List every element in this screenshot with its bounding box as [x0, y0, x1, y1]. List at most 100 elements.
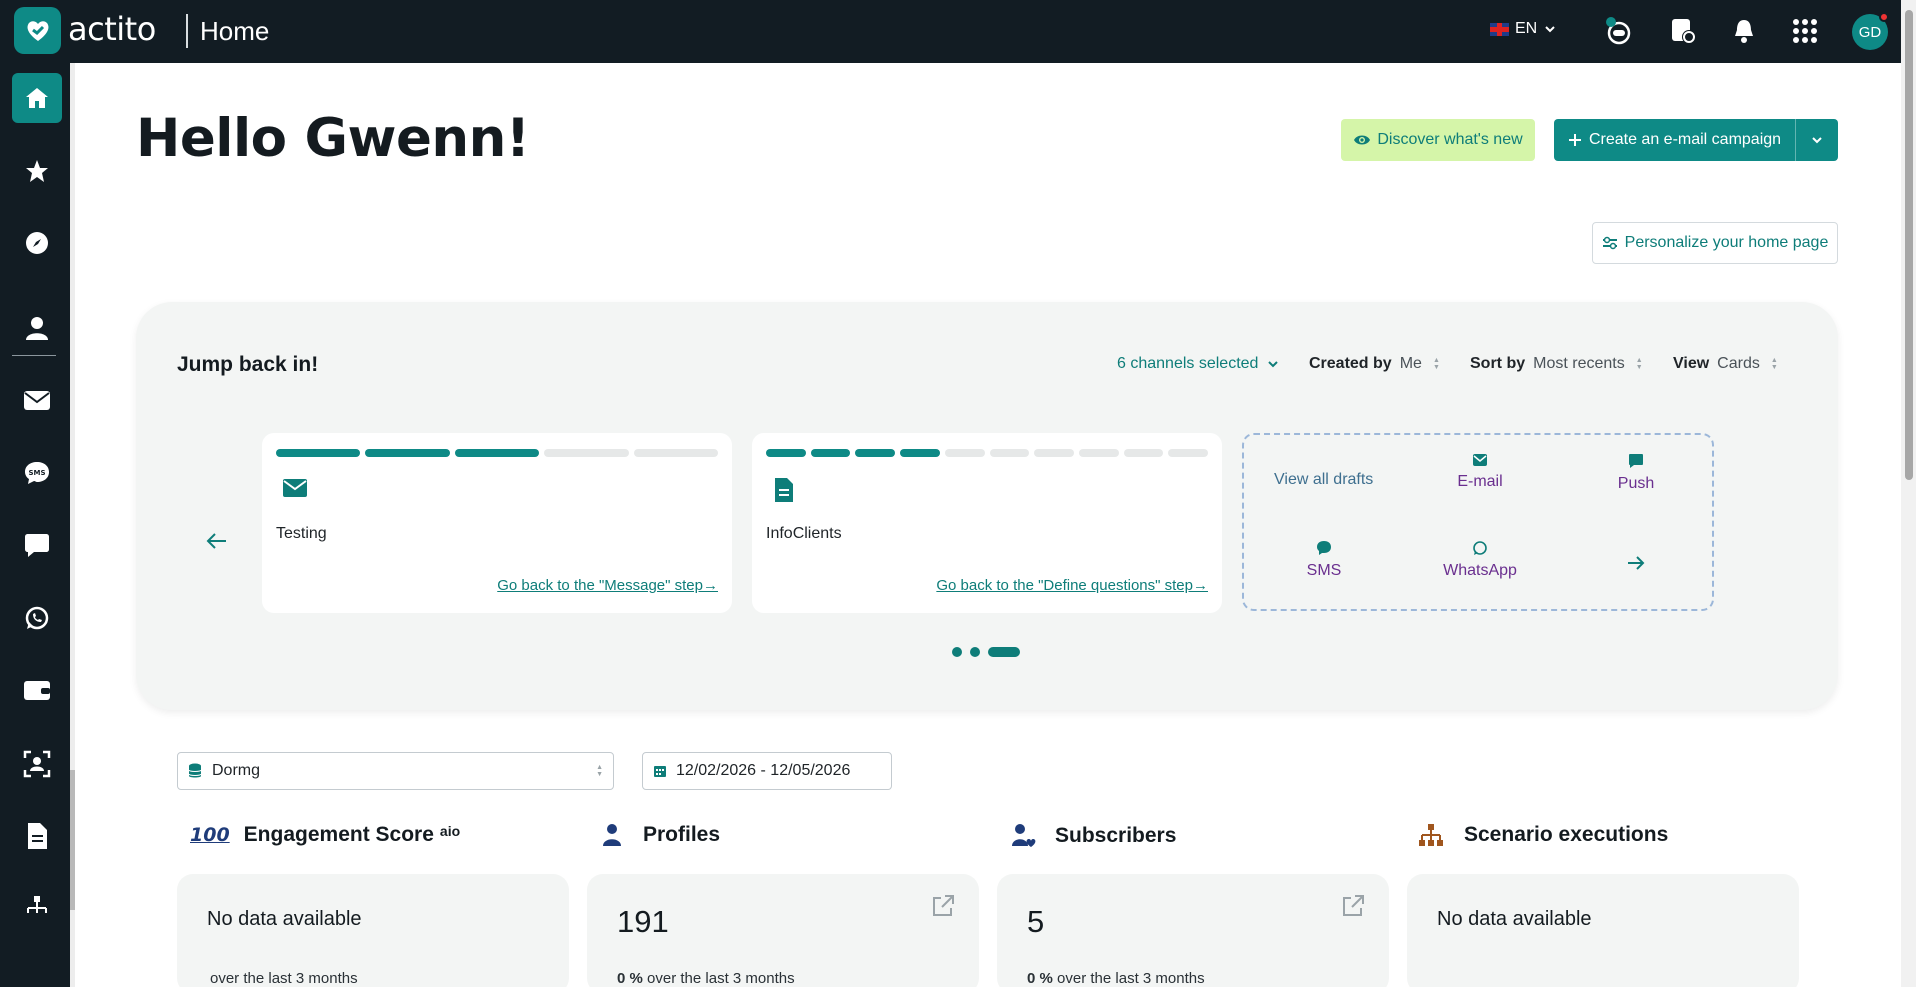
draft-card-infoclients[interactable]: InfoClients Go back to the "Define quest… [752, 433, 1222, 613]
draft-card-testing[interactable]: Testing Go back to the "Message" step→ [262, 433, 732, 613]
draft-card-step-link-label: Go back to the "Define questions" step [936, 577, 1193, 594]
drafts-email-link[interactable]: E-mail [1410, 453, 1550, 491]
view-all-drafts-link[interactable]: View all drafts [1274, 471, 1373, 489]
carousel-dot[interactable] [952, 647, 962, 657]
sidebar-item-email[interactable] [12, 375, 62, 425]
language-label: EN [1515, 20, 1538, 37]
progress-step [989, 449, 1030, 457]
progress-step [276, 449, 361, 457]
draft-card-name: InfoClients [766, 525, 842, 542]
arrow-left-icon [206, 533, 226, 549]
top-bar: actito Home EN GD [0, 0, 1916, 63]
discover-whats-new-button[interactable]: Discover what's new [1341, 119, 1535, 161]
progress-step [1034, 449, 1074, 457]
chat-bubble-icon [25, 534, 49, 557]
bell-icon[interactable] [1729, 16, 1759, 46]
sidebar-item-sms[interactable]: SMS [12, 448, 62, 498]
progress-step [454, 449, 540, 457]
external-link-icon[interactable] [931, 894, 955, 923]
subscribers-title: Subscribers [1055, 824, 1177, 847]
chat-bubble-icon [1629, 454, 1643, 468]
kpi-subtext: over the last 3 months [210, 970, 358, 987]
sidebar-item-explore[interactable] [12, 218, 62, 268]
profiles-title: Profiles [643, 823, 721, 846]
create-email-campaign-main[interactable]: Create an e-mail campaign [1554, 119, 1796, 161]
sidebar-item-push[interactable] [12, 520, 62, 570]
progress-step [855, 449, 896, 457]
drafts-sms-link[interactable]: SMS [1254, 540, 1394, 580]
personalize-home-button[interactable]: Personalize your home page [1592, 222, 1838, 264]
page-scrollbar-thumb[interactable] [1905, 10, 1913, 480]
carousel-prev-button[interactable] [206, 531, 228, 556]
sidebar-item-home[interactable] [12, 73, 62, 123]
chevron-down-icon [1812, 137, 1822, 144]
channels-filter[interactable]: 6 channels selected [1117, 355, 1280, 373]
sidebar-item-profiles[interactable] [12, 303, 62, 353]
svg-text:SMS: SMS [28, 469, 45, 477]
drafts-push-link[interactable]: Push [1566, 453, 1706, 493]
progress-step [1078, 449, 1119, 457]
subscribers-card: 5 0 % over the last 3 months [997, 874, 1389, 987]
draft-card-step-link-label: Go back to the "Message" step [497, 577, 703, 594]
carousel-dot[interactable] [970, 647, 980, 657]
personalize-label: Personalize your home page [1624, 234, 1829, 251]
kpi-value: No data available [1437, 908, 1592, 930]
scenario-executions-title: Scenario executions [1464, 823, 1669, 846]
sort-by-key: Sort by [1470, 355, 1526, 372]
engagement-score-card: No data available over the last 3 months [177, 874, 569, 987]
document-icon [28, 823, 47, 849]
envelope-icon [24, 391, 50, 410]
sort-by-filter[interactable]: Sort by Most recents ▲ ▼ [1470, 355, 1643, 373]
draft-card-step-link[interactable]: Go back to the "Define questions" step→ [936, 577, 1208, 594]
hundred-icon: 100 [190, 824, 230, 846]
view-value: Cards [1717, 355, 1760, 372]
sidebar-item-scenarios[interactable] [12, 883, 62, 913]
kpi-period: over the last 3 months [1057, 970, 1205, 987]
view-filter[interactable]: View Cards ▲ ▼ [1673, 355, 1778, 373]
engagement-score-title: Engagement Score [243, 823, 434, 846]
chevron-down-icon [1268, 361, 1279, 368]
kpi-value: 5 [1027, 904, 1045, 939]
create-email-campaign-button[interactable]: Create an e-mail campaign [1554, 119, 1838, 161]
hierarchy-icon [27, 896, 47, 913]
drafts-more-link[interactable] [1566, 555, 1706, 577]
database-select[interactable]: Dormg ▲ ▼ [177, 752, 614, 790]
apps-grid-icon[interactable] [1790, 16, 1820, 46]
progress-step [1123, 449, 1164, 457]
sidebar-item-whatsapp[interactable] [12, 593, 62, 643]
carousel-pagination [952, 647, 1020, 657]
actito-logo-icon[interactable] [14, 7, 61, 54]
kpi-value: No data available [207, 908, 362, 930]
sidebar-item-forms[interactable] [12, 811, 62, 861]
help-document-icon[interactable] [1668, 16, 1698, 46]
database-select-value: Dormg [212, 762, 261, 779]
date-range-value: 12/02/2026 - 12/05/2026 [676, 762, 851, 779]
assistant-robot-icon[interactable] [1604, 16, 1634, 46]
carousel-dot-active[interactable] [988, 647, 1020, 657]
sidebar-item-favorites[interactable] [12, 146, 62, 196]
kpi-change: 0 % [1027, 970, 1053, 987]
drafts-whatsapp-label: WhatsApp [1443, 562, 1517, 579]
hierarchy-icon [1419, 824, 1443, 846]
create-options-dropdown[interactable] [1796, 119, 1838, 161]
sliders-icon [1602, 236, 1617, 250]
language-selector[interactable]: EN [1490, 20, 1557, 38]
database-icon [188, 763, 202, 778]
sort-arrows-icon: ▲ ▼ [1770, 357, 1778, 371]
sidebar-item-wallet[interactable] [12, 665, 62, 715]
brand-name[interactable]: actito [68, 10, 156, 48]
sidebar-item-audience[interactable] [12, 739, 62, 789]
created-by-filter[interactable]: Created by Me ▲ ▼ [1309, 355, 1440, 373]
drafts-whatsapp-link[interactable]: WhatsApp [1410, 540, 1550, 580]
sidebar-scrollbar-thumb[interactable] [70, 770, 75, 910]
external-link-icon[interactable] [1341, 894, 1365, 923]
discover-label: Discover what's new [1377, 131, 1523, 148]
compass-icon [26, 232, 48, 254]
sort-arrows-icon: ▲ ▼ [1635, 357, 1643, 371]
date-range-picker[interactable]: 12/02/2026 - 12/05/2026 [642, 752, 892, 790]
page-title: Home [200, 16, 270, 46]
subscribers-header: Subscribers [1011, 823, 1176, 849]
drafts-email-label: E-mail [1457, 473, 1503, 490]
sms-icon: SMS [25, 462, 49, 484]
draft-card-step-link[interactable]: Go back to the "Message" step→ [497, 577, 718, 594]
